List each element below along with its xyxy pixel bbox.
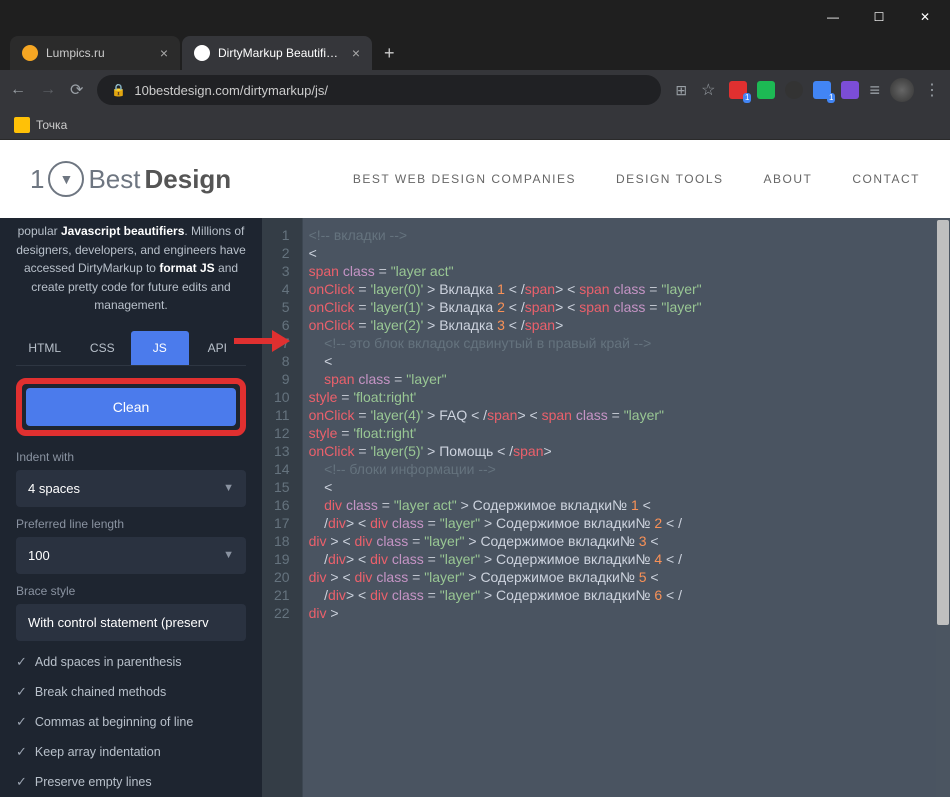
option-label: Brace style	[16, 584, 246, 598]
address-bar[interactable]: 🔒 10bestdesign.com/dirtymarkup/js/	[97, 75, 661, 105]
checkbox-label: Commas at beginning of line	[35, 715, 193, 729]
clean-button[interactable]: Clean	[26, 388, 236, 426]
forward-icon[interactable]: →	[40, 81, 56, 99]
option-label: Indent with	[16, 450, 246, 464]
clean-highlight: Clean	[16, 378, 246, 436]
logo-text: Design	[145, 164, 232, 195]
indent-select[interactable]: 4 spaces ▼	[16, 470, 246, 507]
extension-icon[interactable]	[757, 81, 775, 99]
translate-icon[interactable]: ⊞	[675, 82, 687, 99]
select-value: 100	[28, 548, 50, 563]
favicon-icon	[22, 45, 38, 61]
maximize-button[interactable]: ☐	[856, 0, 902, 34]
checkbox-label: Add spaces in parenthesis	[35, 655, 182, 669]
nav-link[interactable]: CONTACT	[852, 172, 920, 186]
logo-text: Best	[88, 164, 140, 195]
nav-link[interactable]: DESIGN TOOLS	[616, 172, 724, 186]
logo-text: 1	[30, 164, 44, 195]
code-editor[interactable]: 12345678910111213141516171819202122 <!--…	[262, 218, 950, 797]
extension-icon[interactable]: 1	[729, 81, 747, 99]
select-value: With control statement (preserv	[28, 615, 209, 630]
chevron-down-icon: ▼	[223, 549, 234, 561]
extension-icon[interactable]	[841, 81, 859, 99]
checkbox-icon: ✓	[16, 654, 27, 670]
url-text: 10bestdesign.com/dirtymarkup/js/	[134, 83, 328, 98]
avatar[interactable]	[890, 78, 914, 102]
extension-icon[interactable]: 1	[813, 81, 831, 99]
tab-api[interactable]: API	[189, 331, 247, 365]
browser-toolbar: ← → ⟳ 🔒 10bestdesign.com/dirtymarkup/js/…	[0, 70, 950, 110]
checkbox-row[interactable]: ✓ Add spaces in parenthesis	[16, 647, 246, 677]
tab-html[interactable]: HTML	[16, 331, 74, 365]
logo-circle-icon: ▼	[48, 161, 84, 197]
browser-tab[interactable]: Lumpics.ru ×	[10, 36, 180, 70]
scrollbar[interactable]	[936, 218, 950, 797]
checkbox-row[interactable]: ✓ Preserve empty lines	[16, 767, 246, 797]
close-button[interactable]: ✕	[902, 0, 948, 34]
tab-title: Lumpics.ru	[46, 46, 152, 60]
checkbox-label: Preserve empty lines	[35, 775, 152, 789]
bookmark-folder-icon	[14, 117, 30, 133]
checkbox-icon: ✓	[16, 744, 27, 760]
close-icon[interactable]: ×	[160, 45, 168, 61]
new-tab-button[interactable]: +	[374, 36, 405, 70]
sidebar: popular Javascript beautifiers. Millions…	[0, 218, 262, 797]
option-label: Preferred line length	[16, 517, 246, 531]
checkbox-row[interactable]: ✓ Keep array indentation	[16, 737, 246, 767]
checkbox-icon: ✓	[16, 774, 27, 790]
nav-link[interactable]: BEST WEB DESIGN COMPANIES	[353, 172, 576, 186]
back-icon[interactable]: ←	[10, 81, 26, 99]
checkbox-icon: ✓	[16, 714, 27, 730]
checkbox-icon: ✓	[16, 684, 27, 700]
close-icon[interactable]: ×	[352, 45, 360, 61]
site-header: 1 ▼ BestDesign BEST WEB DESIGN COMPANIES…	[0, 140, 950, 218]
bookmarks-bar: Точка	[0, 110, 950, 140]
reload-icon[interactable]: ⟳	[70, 80, 83, 100]
description-text: popular Javascript beautifiers. Millions…	[16, 218, 246, 331]
site-nav: BEST WEB DESIGN COMPANIES DESIGN TOOLS A…	[353, 172, 920, 186]
logo[interactable]: 1 ▼ BestDesign	[30, 161, 231, 197]
menu-icon[interactable]: ≡	[869, 80, 880, 101]
favicon-icon	[194, 45, 210, 61]
select-value: 4 spaces	[28, 481, 80, 496]
minimize-button[interactable]: —	[810, 0, 856, 34]
checkbox-row[interactable]: ✓ Break chained methods	[16, 677, 246, 707]
code-content[interactable]: <!-- вкладки --><span class = "layer act…	[303, 218, 950, 797]
tab-js[interactable]: JS	[131, 331, 189, 365]
brace-style-select[interactable]: With control statement (preserv	[16, 604, 246, 641]
browser-tabs: Lumpics.ru × DirtyMarkup Beautifier · Ja…	[0, 34, 950, 70]
extension-icons: 1 1 ≡ ⋮	[729, 78, 940, 102]
checkbox-label: Keep array indentation	[35, 745, 161, 759]
window-titlebar: — ☐ ✕	[0, 0, 950, 34]
nav-link[interactable]: ABOUT	[764, 172, 813, 186]
browser-tab-active[interactable]: DirtyMarkup Beautifier · Javascrip ×	[182, 36, 372, 70]
tab-title: DirtyMarkup Beautifier · Javascrip	[218, 46, 344, 60]
line-gutter: 12345678910111213141516171819202122	[262, 218, 303, 797]
bookmark-item[interactable]: Точка	[36, 118, 67, 132]
extension-icon[interactable]	[785, 81, 803, 99]
checkbox-label: Break chained methods	[35, 685, 166, 699]
tab-css[interactable]: CSS	[74, 331, 132, 365]
language-tabs: HTML CSS JS API	[16, 331, 246, 366]
chevron-down-icon: ▼	[223, 482, 234, 494]
star-icon[interactable]: ☆	[701, 80, 715, 100]
lock-icon: 🔒	[111, 83, 126, 97]
line-length-select[interactable]: 100 ▼	[16, 537, 246, 574]
kebab-icon[interactable]: ⋮	[924, 80, 940, 100]
checkbox-row[interactable]: ✓ Commas at beginning of line	[16, 707, 246, 737]
